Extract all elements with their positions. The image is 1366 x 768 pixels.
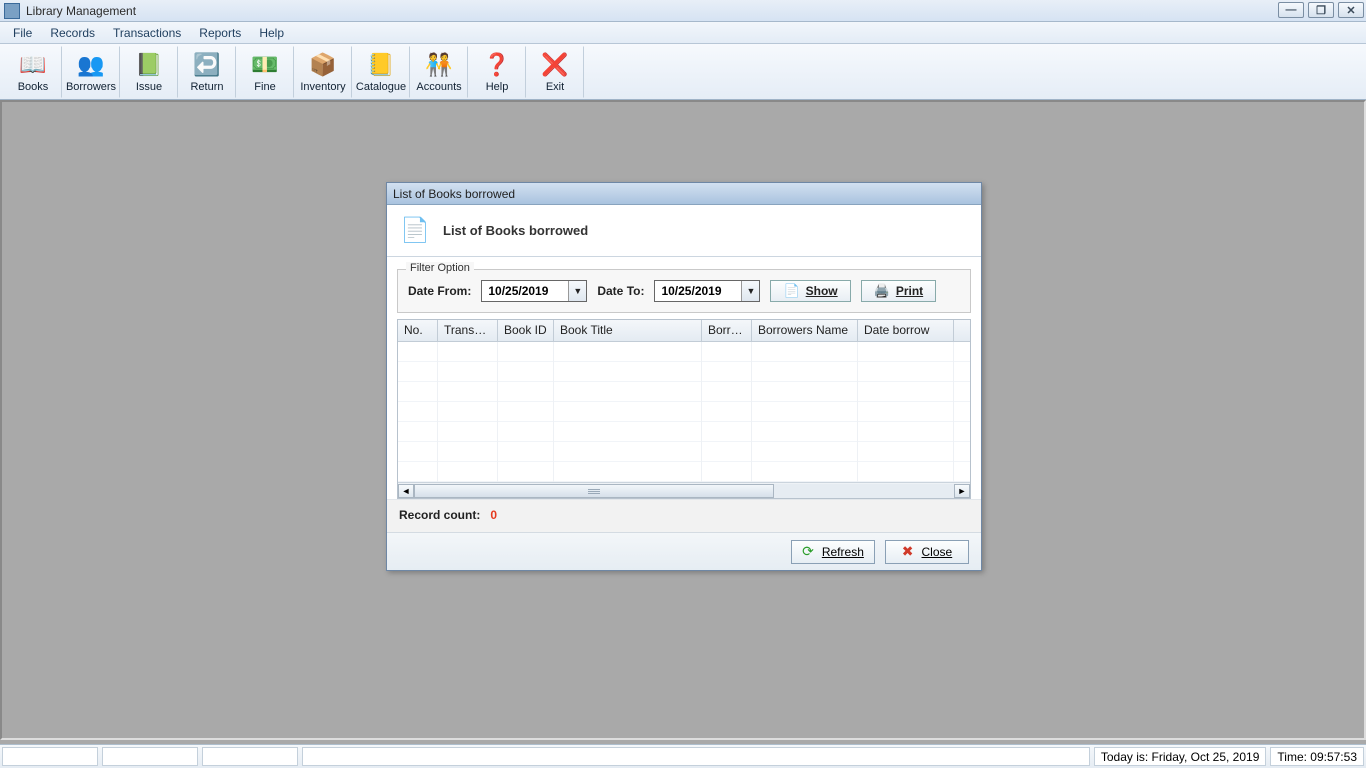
col-borrower-id[interactable]: Borro… [702, 320, 752, 341]
toolbar-borrowers-label: Borrowers [66, 81, 116, 93]
scroll-thumb[interactable] [414, 484, 774, 498]
date-to-label: Date To: [597, 284, 644, 298]
menu-help[interactable]: Help [250, 22, 293, 43]
toolbar-help-label: Help [486, 81, 509, 93]
show-button[interactable]: 📄 Show [770, 280, 850, 302]
help-icon: ❓ [481, 51, 513, 79]
child-footer: ⟳ Refresh ✖ Close [387, 532, 981, 570]
exit-icon: ❌ [539, 51, 571, 79]
date-from-input[interactable] [482, 281, 568, 301]
status-cell-1 [2, 747, 98, 766]
grid-header-row: No. Transa… Book ID Book Title Borro… Bo… [398, 320, 970, 342]
main-titlebar: Library Management — ❐ ✕ [0, 0, 1366, 22]
close-button-label: Close [922, 545, 953, 559]
grid-body [398, 342, 970, 482]
print-button-label: Print [896, 284, 923, 298]
date-from-combo[interactable]: ▼ [481, 280, 587, 302]
grid-horizontal-scrollbar[interactable]: ◄ ► [398, 482, 970, 498]
col-borrower-name[interactable]: Borrowers Name [752, 320, 858, 341]
status-cell-3 [202, 747, 298, 766]
record-count-value: 0 [490, 508, 497, 522]
child-header: 📄 List of Books borrowed [387, 205, 981, 257]
menu-records[interactable]: Records [41, 22, 104, 43]
issue-icon: 📗 [133, 51, 165, 79]
mdi-client-area: List of Books borrowed 📄 List of Books b… [0, 100, 1366, 740]
col-date-borrow[interactable]: Date borrow [858, 320, 954, 341]
status-cell-spacer [302, 747, 1090, 766]
toolbar-books-label: Books [18, 81, 49, 93]
print-button[interactable]: 🖨️ Print [861, 280, 937, 302]
toolbar-inventory-label: Inventory [300, 81, 345, 93]
close-window-button[interactable]: ✕ [1338, 2, 1364, 18]
menu-bar: File Records Transactions Reports Help [0, 22, 1366, 44]
toolbar-issue[interactable]: 📗 Issue [120, 46, 178, 98]
status-bar: Today is: Friday, Oct 25, 2019 Time: 09:… [0, 744, 1366, 768]
report-person-icon: 📄 [397, 213, 433, 249]
menu-transactions[interactable]: Transactions [104, 22, 190, 43]
scroll-right-arrow-icon[interactable]: ► [954, 484, 970, 498]
accounts-icon: 🧑‍🤝‍🧑 [423, 51, 455, 79]
toolbar-exit[interactable]: ❌ Exit [526, 46, 584, 98]
show-button-label: Show [806, 284, 838, 298]
toolbar-books[interactable]: 📖 Books [4, 46, 62, 98]
date-to-input[interactable] [655, 281, 741, 301]
people-icon: 👥 [75, 51, 107, 79]
child-title: List of Books borrowed [393, 187, 515, 201]
date-from-label: Date From: [408, 284, 471, 298]
refresh-icon: ⟳ [802, 543, 814, 560]
record-count-bar: Record count: 0 [387, 499, 981, 532]
scroll-track[interactable] [414, 484, 954, 498]
child-header-title: List of Books borrowed [443, 223, 588, 238]
printer-icon: 🖨️ [874, 283, 890, 299]
toolbar-return-label: Return [190, 81, 223, 93]
col-no[interactable]: No. [398, 320, 438, 341]
col-book-title[interactable]: Book Title [554, 320, 702, 341]
toolbar-borrowers[interactable]: 👥 Borrowers [62, 46, 120, 98]
toolbar-exit-label: Exit [546, 81, 564, 93]
toolbar-fine[interactable]: 💵 Fine [236, 46, 294, 98]
maximize-button[interactable]: ❐ [1308, 2, 1334, 18]
menu-reports[interactable]: Reports [190, 22, 250, 43]
refresh-button[interactable]: ⟳ Refresh [791, 540, 875, 564]
menu-file[interactable]: File [4, 22, 41, 43]
minimize-button[interactable]: — [1278, 2, 1304, 18]
catalogue-icon: 📒 [365, 51, 397, 79]
date-to-combo[interactable]: ▼ [654, 280, 760, 302]
results-grid: No. Transa… Book ID Book Title Borro… Bo… [397, 319, 971, 499]
refresh-button-label: Refresh [822, 545, 864, 559]
toolbar-return[interactable]: ↩️ Return [178, 46, 236, 98]
toolbar-issue-label: Issue [136, 81, 162, 93]
col-book-id[interactable]: Book ID [498, 320, 554, 341]
app-title: Library Management [26, 4, 136, 18]
toolbar-inventory[interactable]: 📦 Inventory [294, 46, 352, 98]
toolbar-accounts-label: Accounts [416, 81, 461, 93]
toolbar-catalogue[interactable]: 📒 Catalogue [352, 46, 410, 98]
toolbar-catalogue-label: Catalogue [356, 81, 406, 93]
close-button[interactable]: ✖ Close [885, 540, 969, 564]
chevron-down-icon[interactable]: ▼ [741, 281, 759, 301]
book-icon: 📖 [17, 51, 49, 79]
scroll-left-arrow-icon[interactable]: ◄ [398, 484, 414, 498]
status-today: Today is: Friday, Oct 25, 2019 [1094, 747, 1267, 766]
return-icon: ↩️ [191, 51, 223, 79]
close-icon: ✖ [902, 543, 914, 560]
col-transaction[interactable]: Transa… [438, 320, 498, 341]
main-toolbar: 📖 Books 👥 Borrowers 📗 Issue ↩️ Return 💵 … [0, 44, 1366, 100]
chevron-down-icon[interactable]: ▼ [568, 281, 586, 301]
filter-legend: Filter Option [406, 262, 474, 274]
money-icon: 💵 [249, 51, 281, 79]
boxes-icon: 📦 [307, 51, 339, 79]
toolbar-help[interactable]: ❓ Help [468, 46, 526, 98]
child-window-borrowed-books: List of Books borrowed 📄 List of Books b… [386, 182, 982, 571]
toolbar-accounts[interactable]: 🧑‍🤝‍🧑 Accounts [410, 46, 468, 98]
record-count-label: Record count: [399, 508, 480, 522]
status-cell-2 [102, 747, 198, 766]
app-icon [4, 3, 20, 19]
status-time: Time: 09:57:53 [1270, 747, 1364, 766]
toolbar-fine-label: Fine [254, 81, 275, 93]
child-titlebar[interactable]: List of Books borrowed [387, 183, 981, 205]
document-icon: 📄 [783, 283, 799, 299]
filter-option-group: Filter Option Date From: ▼ Date To: ▼ 📄 … [397, 269, 971, 313]
